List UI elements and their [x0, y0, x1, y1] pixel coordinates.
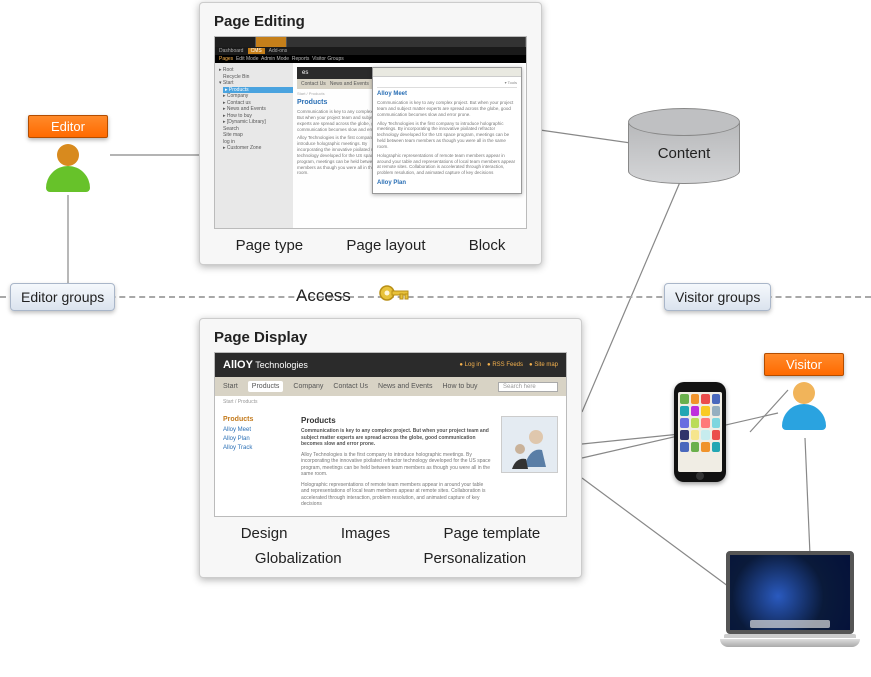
visitor-label: Visitor	[764, 353, 844, 376]
subnav-edit: Edit Mode	[236, 56, 259, 62]
subnav-vg: Visitor Groups	[312, 56, 344, 62]
subnav-reports: Reports	[292, 56, 310, 62]
cms-editor-mock: Dashboard CMS Add-ons Pages Edit Mode Ad…	[214, 36, 527, 229]
editor-label: Editor	[28, 115, 108, 138]
visitor-node: Visitor	[764, 353, 844, 434]
editor-content-area: es Contact Us News and Events How Start …	[293, 63, 526, 228]
search-input-mock: Search here	[498, 382, 558, 392]
visitor-groups-badge: Visitor groups	[664, 283, 771, 311]
subnav-pages: Pages	[219, 56, 233, 62]
editor-groups-badge: Editor groups	[10, 283, 115, 311]
editor-node: Editor	[28, 115, 108, 196]
nav-cms: CMS	[248, 48, 265, 54]
page-display-panel: Page Display AllOY Technologies ● Log in…	[199, 318, 582, 578]
key-icon	[378, 281, 412, 311]
nav-addons: Add-ons	[269, 48, 288, 54]
access-label: Access	[296, 286, 351, 306]
content-database: Content	[628, 108, 738, 184]
editor-avatar-icon	[43, 142, 93, 192]
hero-image-mock	[501, 416, 558, 473]
page-display-captions-2: Globalization Personalization	[214, 550, 567, 567]
content-label: Content	[658, 145, 711, 162]
page-display-title: Page Display	[214, 329, 567, 346]
page-editing-captions: Page type Page layout Block	[214, 237, 527, 254]
page-tree: ▸ Root Recycle Bin ▾ Start ▸ Products ▸ …	[215, 63, 293, 228]
website-mock: AllOY Technologies ● Log in ● RSS Feeds …	[214, 352, 567, 517]
page-editing-panel: Page Editing Dashboard CMS Add-ons Pages…	[199, 2, 542, 265]
page-editing-title: Page Editing	[214, 13, 527, 30]
nav-dashboard: Dashboard	[219, 48, 243, 54]
smartphone-icon	[674, 382, 726, 482]
subnav-admin: Admin Mode	[261, 56, 289, 62]
page-display-captions-1: Design Images Page template	[214, 525, 567, 542]
visitor-avatar-icon	[779, 380, 829, 430]
laptop-icon	[720, 551, 860, 647]
block-popup: ▾ Tools Alloy Meet Communication is key …	[372, 67, 522, 194]
